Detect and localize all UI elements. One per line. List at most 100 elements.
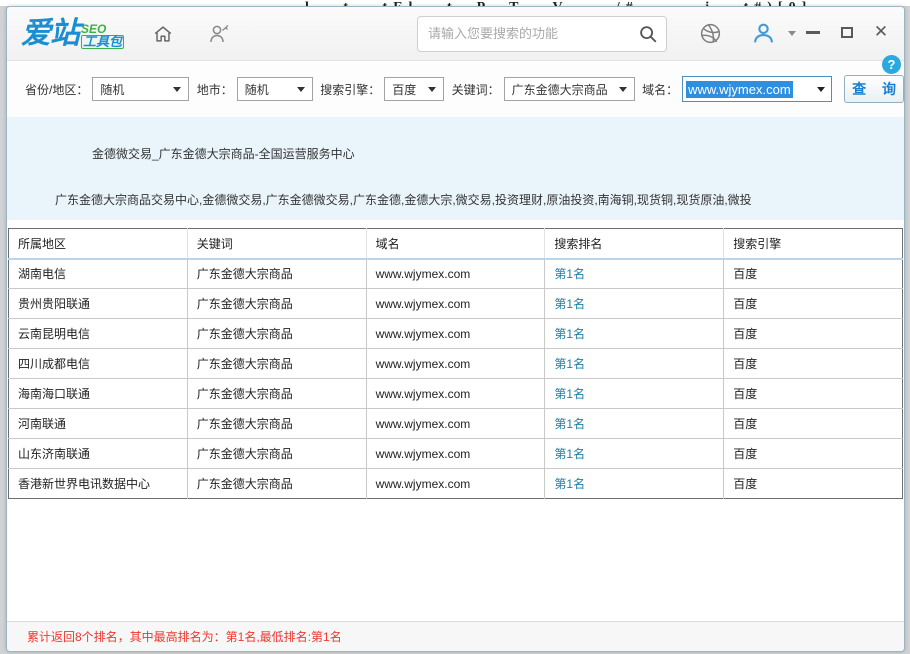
domain-label: 域名： — [642, 81, 678, 98]
search-icon[interactable] — [630, 17, 666, 51]
cell-region: 云南昆明电信 — [9, 319, 188, 349]
titlebar: 爱站 SEO 工具包 — [7, 7, 904, 61]
header-engine: 搜索引擎 — [724, 229, 903, 259]
chevron-down-icon[interactable] — [817, 87, 825, 92]
cell-engine: 百度 — [724, 409, 903, 439]
city-select[interactable]: 随机 — [237, 77, 313, 101]
function-search-box — [417, 16, 667, 52]
result-page-title: 金德微交易_广东金德大宗商品-全国运营服务中心 — [92, 145, 355, 162]
cell-domain: www.wjymex.com — [366, 289, 545, 319]
city-label: 地市： — [197, 81, 233, 98]
table-row: 云南昆明电信广东金德大宗商品www.wjymex.com第1名百度 — [9, 319, 903, 349]
result-info-panel: 金德微交易_广东金德大宗商品-全国运营服务中心 广东金德大宗商品交易中心,金德微… — [7, 117, 904, 220]
header-region: 所属地区 — [9, 229, 188, 259]
table-header-row: 所属地区 关键词 域名 搜索排名 搜索引擎 — [9, 229, 903, 259]
cell-engine: 百度 — [724, 439, 903, 469]
cell-region: 湖南电信 — [9, 259, 188, 289]
close-button[interactable]: ✕ — [872, 23, 890, 41]
cell-rank[interactable]: 第1名 — [545, 439, 724, 469]
cell-engine: 百度 — [724, 259, 903, 289]
domain-combobox[interactable]: www.wjymex.com — [682, 76, 832, 102]
chevron-down-icon[interactable] — [788, 31, 796, 36]
cell-keyword: 广东金德大宗商品 — [187, 409, 366, 439]
table-row: 河南联通广东金德大宗商品www.wjymex.com第1名百度 — [9, 409, 903, 439]
cell-rank[interactable]: 第1名 — [545, 409, 724, 439]
cell-domain: www.wjymex.com — [366, 439, 545, 469]
home-icon[interactable] — [150, 21, 176, 47]
cell-engine: 百度 — [724, 319, 903, 349]
cell-region: 贵州贵阳联通 — [9, 289, 188, 319]
cell-keyword: 广东金德大宗商品 — [187, 469, 366, 499]
engine-select[interactable]: 百度 — [384, 77, 444, 101]
cell-domain: www.wjymex.com — [366, 319, 545, 349]
cell-keyword: 广东金德大宗商品 — [187, 259, 366, 289]
table-row: 香港新世界电讯数据中心广东金德大宗商品www.wjymex.com第1名百度 — [9, 469, 903, 499]
logo-text-suffix: 工具包 — [81, 35, 124, 49]
logo-text-seo: SEO — [81, 23, 124, 35]
results-table-wrap: 所属地区 关键词 域名 搜索排名 搜索引擎 湖南电信广东金德大宗商品www.wj… — [8, 228, 903, 499]
result-page-keywords: 广东金德大宗商品交易中心,金德微交易,广东金德微交易,广东金德,金德大宗,微交易… — [55, 191, 752, 208]
table-row: 山东济南联通广东金德大宗商品www.wjymex.com第1名百度 — [9, 439, 903, 469]
content-filler — [7, 499, 904, 621]
cell-domain: www.wjymex.com — [366, 409, 545, 439]
chevron-down-icon — [619, 87, 627, 92]
cell-region: 河南联通 — [9, 409, 188, 439]
cell-domain: www.wjymex.com — [366, 349, 545, 379]
header-rank: 搜索排名 — [545, 229, 724, 259]
cell-region: 四川成都电信 — [9, 349, 188, 379]
engine-label: 搜索引擎： — [320, 81, 380, 98]
header-domain: 域名 — [366, 229, 545, 259]
keyword-label: 关键词： — [452, 81, 500, 98]
globe-icon[interactable] — [697, 21, 723, 47]
cell-keyword: 广东金德大宗商品 — [187, 379, 366, 409]
cell-region: 香港新世界电讯数据中心 — [9, 469, 188, 499]
engine-field: 搜索引擎： 百度 — [320, 77, 444, 101]
user-account[interactable] — [751, 21, 796, 46]
chevron-down-icon — [297, 87, 305, 92]
cell-keyword: 广东金德大宗商品 — [187, 349, 366, 379]
cell-region: 海南海口联通 — [9, 379, 188, 409]
domain-selected-text[interactable]: www.wjymex.com — [686, 81, 793, 98]
search-input[interactable] — [418, 26, 630, 41]
header-keyword: 关键词 — [187, 229, 366, 259]
table-row: 海南海口联通广东金德大宗商品www.wjymex.com第1名百度 — [9, 379, 903, 409]
cell-rank[interactable]: 第1名 — [545, 289, 724, 319]
user-icon — [751, 21, 776, 46]
results-body: 湖南电信广东金德大宗商品www.wjymex.com第1名百度贵州贵阳联通广东金… — [9, 259, 903, 499]
summary-text: 累计返回8个排名，其中最高排名为：第1名,最低排名:第1名 — [27, 628, 342, 645]
member-icon[interactable] — [206, 21, 232, 47]
cell-domain: www.wjymex.com — [366, 379, 545, 409]
cell-rank[interactable]: 第1名 — [545, 319, 724, 349]
city-field: 地市： 随机 — [197, 77, 313, 101]
chevron-down-icon — [428, 87, 436, 92]
window-controls: ✕ — [804, 23, 890, 41]
province-select[interactable]: 随机 — [92, 77, 189, 101]
keyword-select[interactable]: 广东金德大宗商品 — [504, 77, 635, 101]
cell-domain: www.wjymex.com — [366, 469, 545, 499]
cell-rank[interactable]: 第1名 — [545, 349, 724, 379]
cell-keyword: 广东金德大宗商品 — [187, 319, 366, 349]
cell-keyword: 广东金德大宗商品 — [187, 289, 366, 319]
province-field: 省份/地区： 随机 — [25, 77, 189, 101]
query-button[interactable]: 查 询 — [844, 75, 904, 103]
cell-rank[interactable]: 第1名 — [545, 469, 724, 499]
minimize-button[interactable] — [804, 23, 822, 41]
table-row: 湖南电信广东金德大宗商品www.wjymex.com第1名百度 — [9, 259, 903, 289]
results-table: 所属地区 关键词 域名 搜索排名 搜索引擎 湖南电信广东金德大宗商品www.wj… — [8, 228, 903, 499]
domain-field: 域名： www.wjymex.com — [642, 76, 832, 102]
cell-rank[interactable]: 第1名 — [545, 379, 724, 409]
logo-text-main: 爱站 — [21, 19, 79, 49]
app-window: 爱站 SEO 工具包 — [6, 6, 905, 652]
cell-engine: 百度 — [724, 289, 903, 319]
help-icon[interactable]: ? — [882, 55, 901, 74]
cell-domain: www.wjymex.com — [366, 259, 545, 289]
cell-keyword: 广东金德大宗商品 — [187, 439, 366, 469]
cell-engine: 百度 — [724, 469, 903, 499]
chevron-down-icon — [173, 87, 181, 92]
cell-engine: 百度 — [724, 379, 903, 409]
maximize-button[interactable] — [838, 23, 856, 41]
province-label: 省份/地区： — [25, 81, 88, 98]
cell-rank[interactable]: 第1名 — [545, 259, 724, 289]
query-toolbar: 省份/地区： 随机 地市： 随机 搜索引擎： 百度 关键词： 广东金德大宗商品 — [7, 61, 904, 117]
statusbar: 累计返回8个排名，其中最高排名为：第1名,最低排名:第1名 — [7, 621, 904, 651]
